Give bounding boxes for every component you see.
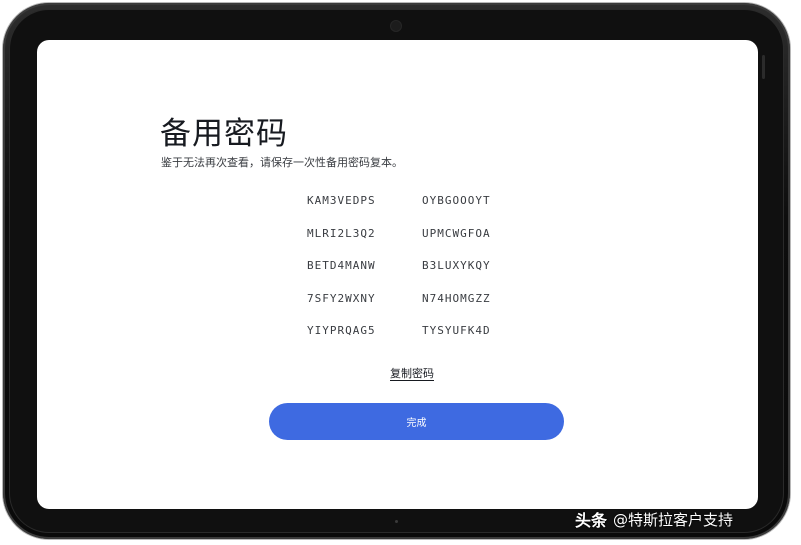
backup-code: MLRI2L3Q2 xyxy=(307,226,376,240)
page-title: 备用密码 xyxy=(160,116,288,152)
backup-code: BETD4MANW xyxy=(307,259,376,272)
watermark: 头条 @特斯拉客户支持 xyxy=(575,507,733,531)
microphone-dot xyxy=(395,520,398,523)
backup-code: TYSYUFK4D xyxy=(422,324,491,337)
tablet-device: 备用密码 鉴于无法再次查看，请保存一次性备用密码复本。 KAM3VEDPS OY… xyxy=(3,3,790,539)
front-camera xyxy=(391,21,401,31)
backup-code: B3LUXYKQY xyxy=(422,259,491,272)
side-button xyxy=(762,55,765,79)
page-subtitle: 鉴于无法再次查看，请保存一次性备用密码复本。 xyxy=(161,156,403,169)
backup-codes-grid: KAM3VEDPS OYBGOOOYT MLRI2L3Q2 UPMCWGFOA … xyxy=(307,194,537,357)
code-row: MLRI2L3Q2 UPMCWGFOA xyxy=(307,227,537,260)
code-row: YIYPRQAG5 TYSYUFK4D xyxy=(307,324,537,357)
code-row: BETD4MANW B3LUXYKQY xyxy=(307,259,537,292)
backup-code: KAM3VEDPS xyxy=(307,194,376,207)
code-row: KAM3VEDPS OYBGOOOYT xyxy=(307,194,537,227)
watermark-logo: 头条 xyxy=(575,511,608,530)
backup-code: YIYPRQAG5 xyxy=(307,324,376,337)
done-button[interactable]: 完成 xyxy=(269,403,564,440)
copy-codes-link[interactable]: 复制密码 xyxy=(390,365,434,381)
done-button-label: 完成 xyxy=(406,418,427,429)
backup-code: 7SFY2WXNY xyxy=(307,291,376,305)
backup-code: UPMCWGFOA xyxy=(422,226,491,240)
backup-code: N74HOMGZZ xyxy=(422,291,491,305)
backup-code: OYBGOOOYT xyxy=(422,194,491,207)
code-row: 7SFY2WXNY N74HOMGZZ xyxy=(307,292,537,325)
watermark-handle: @特斯拉客户支持 xyxy=(613,510,734,529)
screen: 备用密码 鉴于无法再次查看，请保存一次性备用密码复本。 KAM3VEDPS OY… xyxy=(37,40,758,509)
